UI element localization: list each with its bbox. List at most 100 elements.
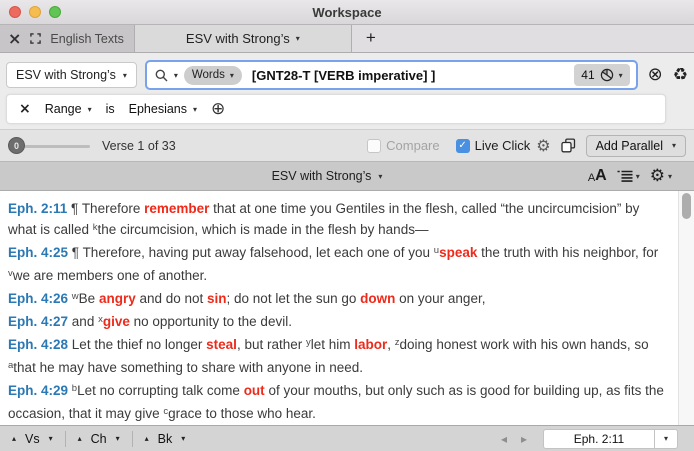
add-criterion-icon[interactable]: ⊕ [211,99,225,119]
hit-count-dropdown[interactable]: 41 ▾ [574,64,629,86]
pane-settings-dropdown[interactable]: ⚙ ▾ [650,168,672,185]
search-hit-word[interactable]: give [103,314,130,329]
verse-line: Eph. 4:27 and xgive no opportunity to th… [8,311,668,334]
live-click-settings-gear-icon[interactable]: ⚙ [536,138,550,154]
crossref-letter: b [72,383,77,394]
search-hit-word[interactable]: angry [99,291,136,306]
scrollbar[interactable] [678,191,694,425]
duplicate-pane-icon[interactable] [561,138,576,153]
search-icon[interactable] [155,69,168,82]
chevron-down-icon: ▾ [668,172,672,181]
verse-text: ; do not let the sun go [227,291,361,306]
range-field-label: Range [45,102,82,116]
pie-chart-icon [600,68,614,82]
search-field[interactable]: ▾ Words ▾ [GNT28-T [VERB imperative] ] 4… [145,60,638,90]
clear-search-icon[interactable]: ⊗ [648,66,663,84]
chapter-down-button[interactable]: ▾ [116,434,120,443]
verse-text: , but rather [237,337,306,352]
verse-ref[interactable]: Eph. 2:11 [8,201,67,216]
verse-text: ¶ [72,245,83,260]
verse-list: Eph. 2:11 ¶ Therefore remember that at o… [0,191,694,425]
verse-text: and [72,314,98,329]
verse-text: no opportunity to the devil. [130,314,292,329]
search-hit-word[interactable]: steal [206,337,237,352]
crossref-letter: y [306,337,311,348]
search-mode-dropdown[interactable]: Words ▾ [184,66,242,85]
goto-reference-dropdown[interactable]: ▾ [655,429,678,449]
history-forward-button[interactable]: ▸ [521,432,527,446]
verse-ref[interactable]: Eph. 4:26 [8,291,68,306]
verse-line: Eph. 4:26 wBe angry and do not sin; do n… [8,288,668,311]
slider-knob[interactable]: 0 [8,137,25,154]
window-minimize-button[interactable] [29,6,41,18]
tab-esv-with-strongs[interactable]: ESV with Strong’s ▾ [134,25,352,52]
search-hit-word[interactable]: speak [439,245,477,260]
compare-checkbox[interactable]: Compare [367,138,439,153]
verse-text: let him [311,337,355,352]
chevron-down-icon[interactable]: ▾ [174,71,178,80]
font-size-icon[interactable]: AA [588,168,607,184]
search-module-dropdown[interactable]: ESV with Strong’s ▾ [6,62,137,88]
verse-stepper-label: Vs [25,432,40,446]
search-hit-word[interactable]: down [360,291,395,306]
goto-reference-input[interactable]: Eph. 2:11 [543,429,655,449]
search-hit-word[interactable]: remember [144,201,209,216]
range-value-dropdown[interactable]: Ephesians ▾ [129,102,197,116]
pane-title-dropdown[interactable]: ESV with Strong’s ▾ [272,169,383,183]
display-settings-dropdown[interactable]: ▾ [617,170,640,183]
gear-icon: ⚙ [650,168,665,185]
search-hit-word[interactable]: out [244,383,265,398]
verse-text: Therefore [82,201,144,216]
range-field-dropdown[interactable]: Range ▾ [45,102,92,116]
search-hit-word[interactable]: sin [207,291,227,306]
range-value-label: Ephesians [129,102,187,116]
search-query-input[interactable]: [GNT28-T [VERB imperative] ] [248,68,568,83]
verse-text: the truth with his neighbor, for [477,245,658,260]
live-click-checkbox[interactable]: ✓ Live Click [456,138,531,153]
verse-down-button[interactable]: ▾ [49,434,53,443]
remove-range-icon[interactable]: × [19,101,31,117]
expand-zone-icon[interactable] [30,33,41,44]
pane-title-label: ESV with Strong’s [272,169,372,183]
verse-text: Let no corrupting talk come [77,383,244,398]
verse-ref[interactable]: Eph. 4:27 [8,314,68,329]
pane-header: ESV with Strong’s ▾ AA ▾ ⚙ ▾ [0,161,694,191]
close-zone-icon[interactable]: × [8,31,21,47]
verse-up-button[interactable]: ▴ [12,434,16,443]
chevron-down-icon: ▾ [123,71,127,80]
verse-text: on your anger, [395,291,485,306]
verse-slider[interactable]: 0 [8,137,90,154]
book-up-button[interactable]: ▴ [145,434,149,443]
chevron-down-icon: ▾ [619,71,623,80]
history-back-button[interactable]: ◂ [501,432,507,446]
chevron-down-icon: ▾ [88,105,92,114]
chevron-down-icon: ▾ [636,172,640,181]
slider-track[interactable] [16,145,90,148]
crossref-letter: u [434,245,439,256]
search-module-label: ESV with Strong’s [16,68,116,82]
chevron-down-icon: ▾ [672,141,676,150]
search-hit-word[interactable]: labor [354,337,387,352]
range-operator-label: is [106,102,115,116]
window-zoom-button[interactable] [49,6,61,18]
chevron-down-icon: ▾ [664,434,668,443]
refresh-search-icon[interactable]: ♻ [673,67,688,84]
verse-text: , [387,337,395,352]
verse-ref[interactable]: Eph. 4:25 [8,245,68,260]
window-close-button[interactable] [9,6,21,18]
crossref-letter: k [93,222,98,233]
chapter-stepper-label: Ch [91,432,107,446]
book-down-button[interactable]: ▾ [181,434,185,443]
add-parallel-button[interactable]: Add Parallel ▾ [586,135,686,157]
tab-strip-empty: + [352,25,694,52]
chevron-down-icon: ▾ [230,71,234,80]
scrollbar-thumb[interactable] [682,193,691,219]
tab-bar: × English Texts ESV with Strong’s ▾ + [0,25,694,53]
verse-ref[interactable]: Eph. 4:29 [8,383,68,398]
verse-ref[interactable]: Eph. 4:28 [8,337,68,352]
new-tab-button[interactable]: + [352,28,376,50]
hit-count: 41 [581,68,594,82]
checkbox-checked-icon[interactable]: ✓ [456,139,470,153]
chapter-up-button[interactable]: ▴ [78,434,82,443]
checkbox-unchecked-icon[interactable] [367,139,381,153]
